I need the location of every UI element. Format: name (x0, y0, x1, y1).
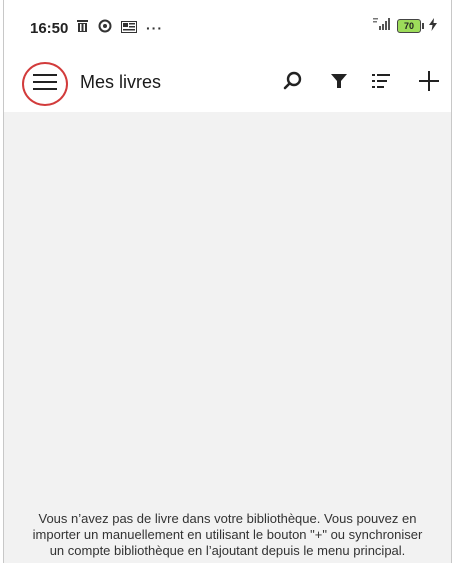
sync-icon (98, 19, 112, 36)
search-icon (283, 71, 303, 96)
status-time: 16:50 (30, 20, 69, 37)
app-bar: Mes livres (4, 56, 451, 112)
book-list-area: Vous n’avez pas de livre dans votre bibl… (4, 112, 451, 563)
menu-button[interactable] (22, 62, 68, 106)
notification-icon (121, 20, 137, 36)
sort-list-button[interactable] (367, 68, 397, 98)
list-icon (372, 72, 392, 95)
filter-button[interactable] (324, 68, 354, 98)
status-bar: 16:50 ··· 70 (4, 0, 451, 56)
hamburger-icon (33, 73, 57, 96)
overflow-dots: ··· (146, 19, 163, 36)
app-window: 16:50 ··· 70 Mes livres Vous n’avez pas … (3, 0, 452, 563)
filter-icon (330, 72, 348, 95)
search-button[interactable] (278, 68, 308, 98)
status-icons-right: 70 (373, 18, 437, 34)
battery-icon: 70 (397, 19, 424, 33)
charging-icon (429, 18, 437, 34)
add-icon (418, 70, 440, 97)
empty-state-message: Vous n’avez pas de livre dans votre bibl… (32, 511, 423, 558)
status-icons-left: ··· (76, 19, 163, 36)
page-title: Mes livres (80, 72, 162, 92)
trash-icon (76, 19, 89, 36)
add-button[interactable] (414, 68, 444, 98)
signal-icon (373, 18, 393, 34)
